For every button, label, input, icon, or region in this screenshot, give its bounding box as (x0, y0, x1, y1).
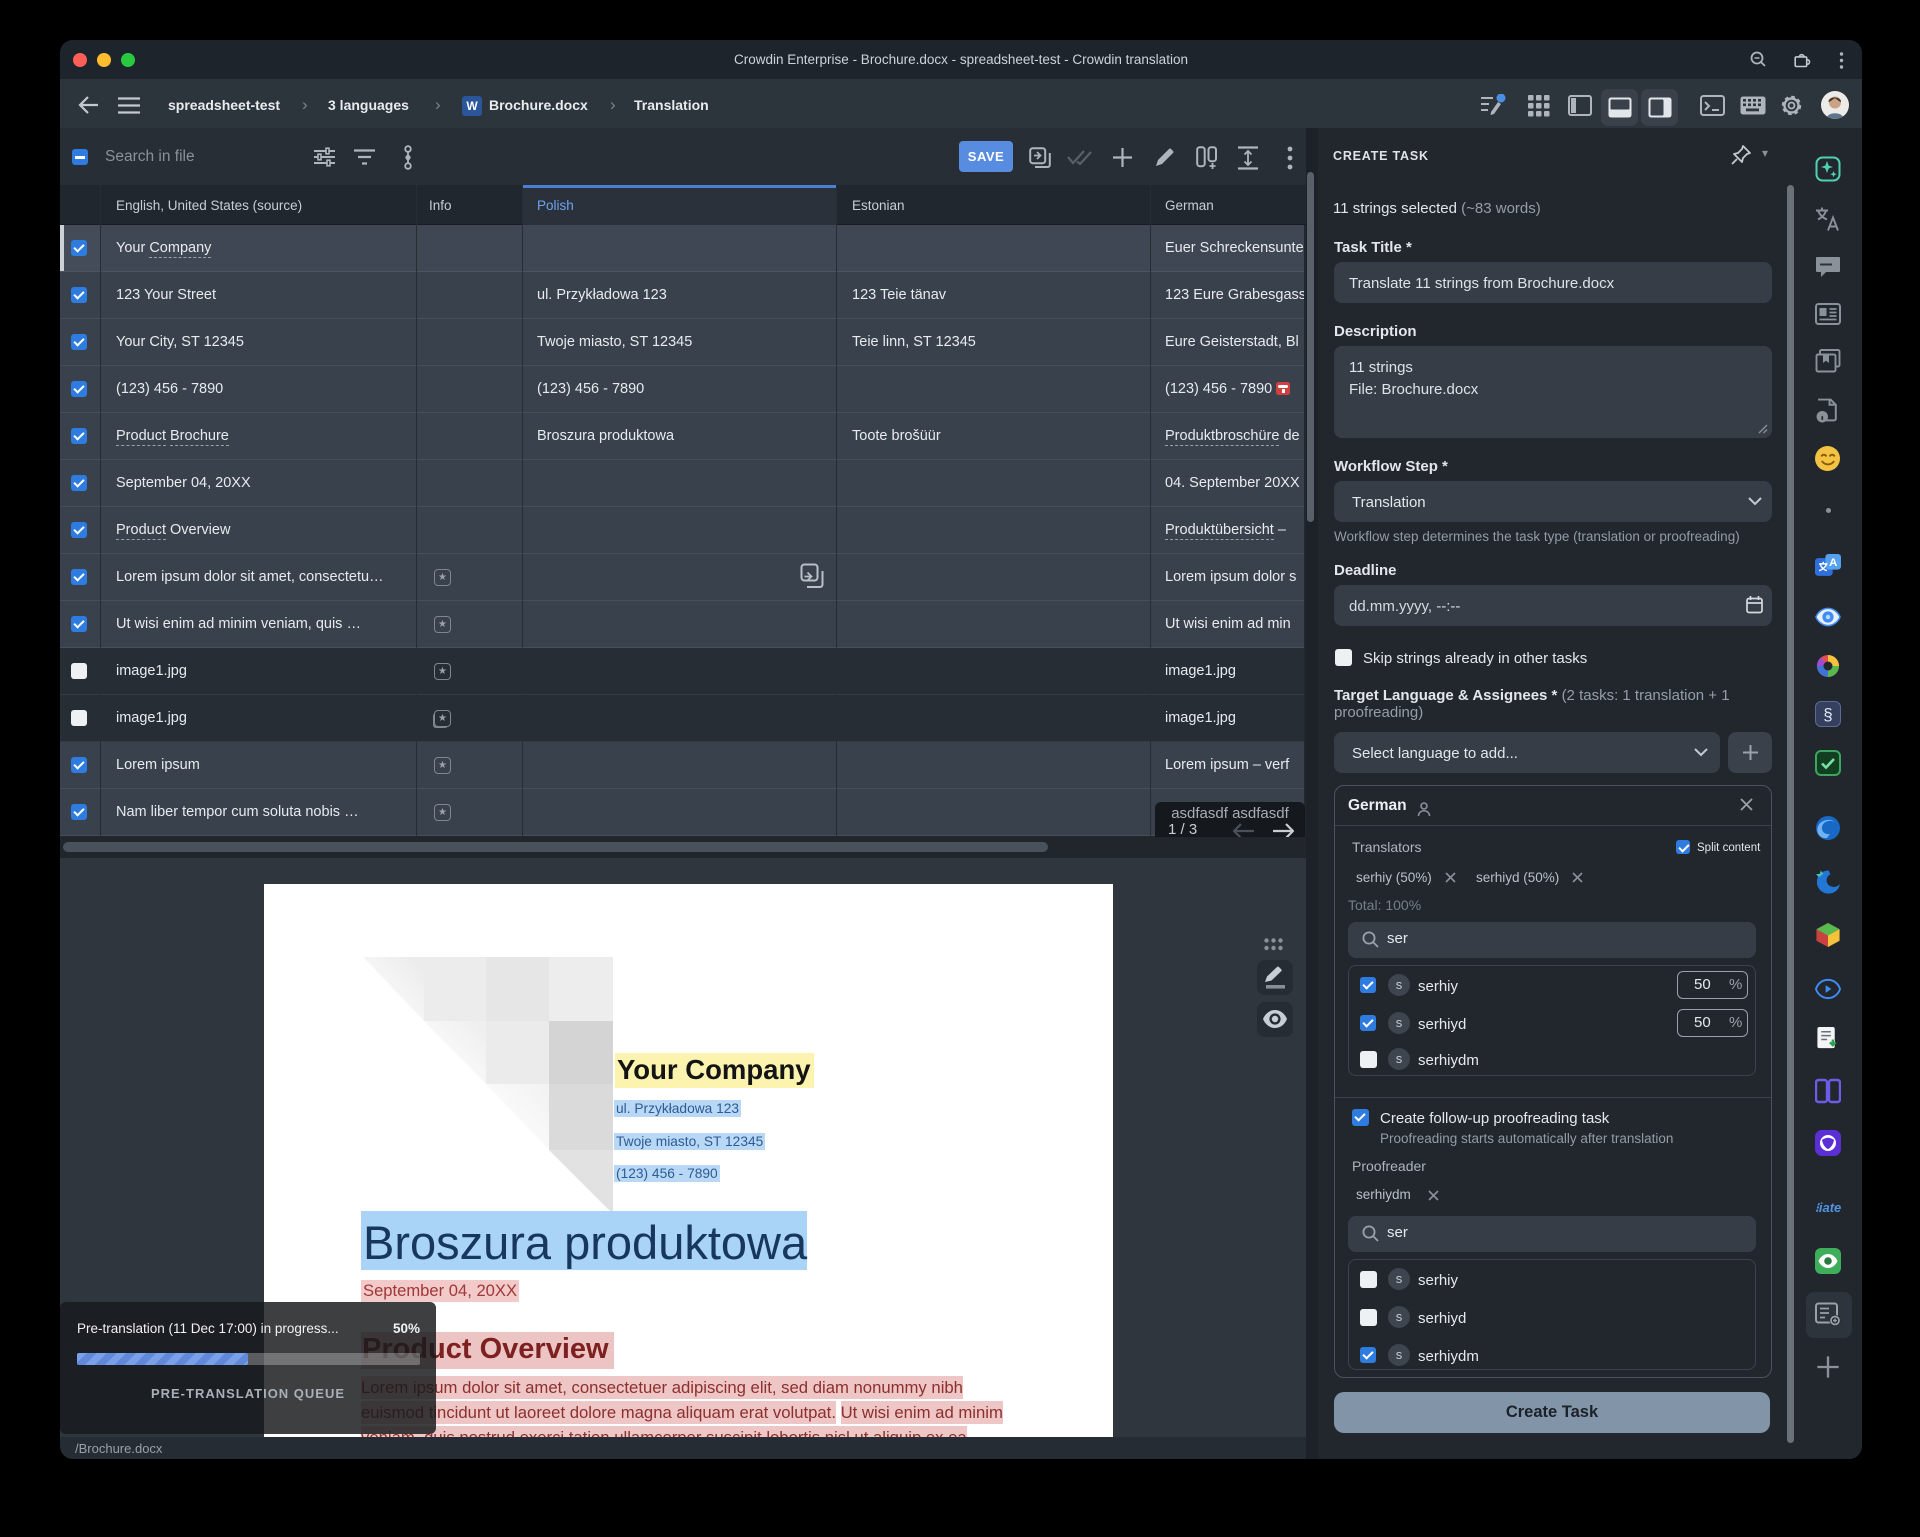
svg-text:A: A (1829, 557, 1837, 569)
